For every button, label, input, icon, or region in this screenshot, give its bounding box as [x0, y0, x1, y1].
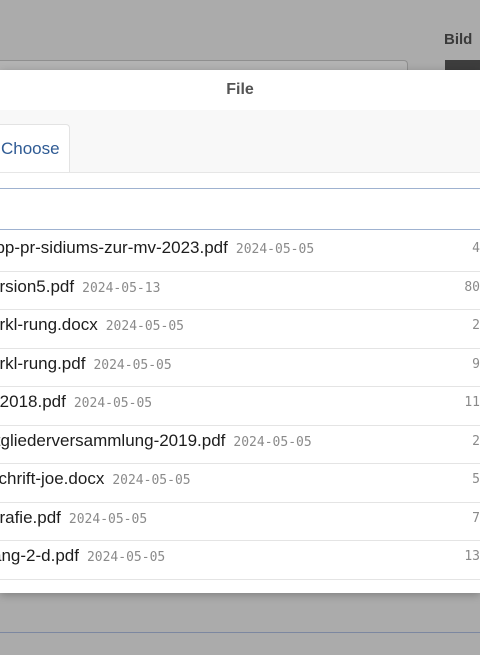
file-size: 7: [472, 510, 480, 526]
file-date: 2024-05-05: [73, 396, 153, 411]
file-entry: ang-2-d.pdf 2024-05-05: [0, 546, 165, 566]
file-entry: erkl-rung.docx 2024-05-05: [0, 315, 184, 335]
file-name: schrift-joe.docx: [0, 469, 105, 488]
file-date: 2024-05-13: [82, 280, 161, 296]
file-name: ersion5.pdf: [0, 276, 75, 296]
file-row[interactable]: erkl-rung.docx 2024-05-05 2: [0, 310, 480, 349]
file-entry: schrift-joe.docx 2024-05-05: [0, 469, 191, 489]
file-name: erkl-rung.docx: [0, 315, 98, 334]
file-size: 2: [472, 318, 480, 333]
file-name: grafie.pdf: [0, 507, 61, 527]
file-name: upp-pr-sidiums-zur-mv-2023.pdf: [0, 238, 228, 257]
file-size: 80: [464, 279, 480, 295]
file-modal: File Choose upp-pr-sidiums-zur-mv-2023.p…: [0, 70, 480, 593]
file-row[interactable]: ersion5.pdf 2024-05-13 80: [0, 272, 480, 310]
file-name: erkl-rung.pdf: [0, 353, 86, 373]
file-entry: upp-pr-sidiums-zur-mv-2023.pdf 2024-05-05: [0, 238, 314, 258]
file-entry: erkl-rung.pdf 2024-05-05: [0, 354, 172, 374]
file-date: 2024-05-05: [86, 550, 166, 565]
file-date: 2024-05-05: [93, 357, 172, 373]
file-entry: ersion5.pdf 2024-05-13: [0, 277, 160, 297]
file-date: 2024-05-05: [68, 511, 148, 527]
file-size: 5: [472, 472, 480, 487]
file-row[interactable]: upp-pr-sidiums-zur-mv-2023.pdf 2024-05-05…: [0, 233, 480, 272]
file-size: 13: [464, 549, 480, 564]
file-row[interactable]: itgliederversammlung-2019.pdf 2024-05-05 2: [0, 426, 480, 464]
file-date: 2024-05-05: [105, 319, 184, 334]
file-date: 2024-05-05: [112, 473, 191, 488]
file-size: 4: [472, 241, 480, 256]
file-row[interactable]: erkl-rung.pdf 2024-05-05 9: [0, 349, 480, 387]
tab-choose[interactable]: Choose: [0, 124, 70, 172]
image-field-label: Bild: [444, 31, 473, 48]
tab-bar: Choose: [0, 110, 480, 173]
tab-choose-label: Choose: [1, 139, 60, 158]
file-date: 2024-05-05: [233, 434, 312, 450]
file-size: 2: [472, 433, 480, 449]
file-size: 11: [464, 395, 480, 410]
file-entry: -2018.pdf 2024-05-05: [0, 392, 152, 412]
file-list: upp-pr-sidiums-zur-mv-2023.pdf 2024-05-05…: [0, 233, 480, 580]
file-name: itgliederversammlung-2019.pdf: [0, 430, 226, 450]
modal-title: File: [226, 81, 254, 98]
file-name: ang-2-d.pdf: [0, 546, 79, 565]
background-divider: [0, 632, 480, 633]
file-row[interactable]: -2018.pdf 2024-05-05 11: [0, 387, 480, 426]
file-row[interactable]: schrift-joe.docx 2024-05-05 5: [0, 464, 480, 503]
file-entry: grafie.pdf 2024-05-05: [0, 508, 147, 528]
file-row[interactable]: ang-2-d.pdf 2024-05-05 13: [0, 541, 480, 580]
file-date: 2024-05-05: [235, 242, 315, 257]
file-entry: itgliederversammlung-2019.pdf 2024-05-05: [0, 431, 312, 451]
file-size: 9: [472, 356, 480, 372]
file-name: -2018.pdf: [0, 392, 66, 411]
search-input[interactable]: [0, 188, 480, 230]
file-row[interactable]: grafie.pdf 2024-05-05 7: [0, 503, 480, 541]
